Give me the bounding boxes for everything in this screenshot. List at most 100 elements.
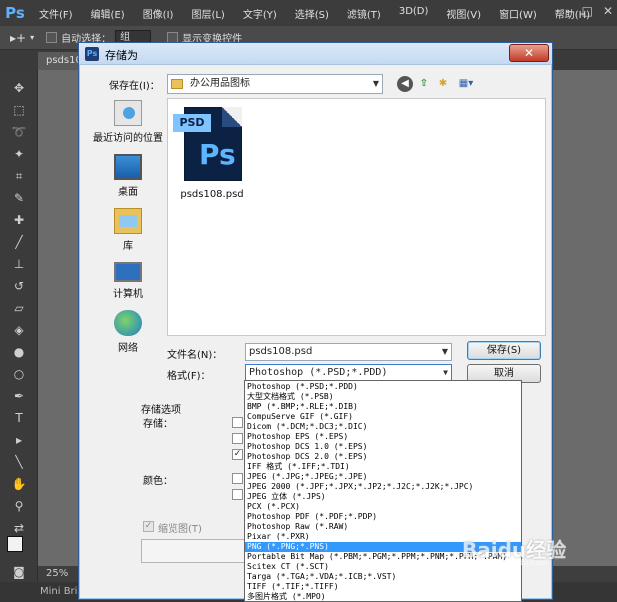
- places-bar: 最近访问的位置 桌面 库 计算机 网络: [88, 98, 168, 354]
- close-button[interactable]: ✕: [509, 44, 549, 62]
- watermark-url: jingyan.baidu.com: [474, 558, 548, 567]
- photoshop-logo: Ps: [5, 4, 25, 22]
- computer-icon: [114, 262, 142, 282]
- save-button[interactable]: 保存(S): [467, 341, 541, 360]
- format-option[interactable]: PCX (*.PCX): [245, 502, 521, 512]
- zoom-tool-icon[interactable]: ⚲: [9, 496, 29, 516]
- magic-wand-tool-icon[interactable]: ✦: [9, 144, 29, 164]
- view-menu-icon[interactable]: ▦▾: [454, 76, 478, 92]
- color-option-checkbox[interactable]: [232, 473, 243, 484]
- menu-item[interactable]: 选择(S): [286, 6, 338, 21]
- save-option-checkbox[interactable]: [232, 417, 243, 428]
- options-subpanel: [141, 539, 261, 563]
- save-option-checkbox[interactable]: [232, 433, 243, 444]
- place-library[interactable]: 库: [88, 208, 168, 252]
- clone-stamp-tool-icon[interactable]: ⊥: [9, 254, 29, 274]
- healing-brush-tool-icon[interactable]: ✚: [9, 210, 29, 230]
- save-in-dropdown[interactable]: 办公用品图标 ▼: [167, 74, 383, 94]
- file-list[interactable]: Ps PSD psds108.psd: [167, 98, 546, 336]
- place-computer[interactable]: 计算机: [88, 262, 168, 300]
- place-label: 桌面: [118, 187, 138, 198]
- history-brush-tool-icon[interactable]: ↺: [9, 276, 29, 296]
- line-tool-icon[interactable]: ╲: [9, 452, 29, 472]
- chevron-down-icon[interactable]: ▼: [442, 344, 448, 360]
- format-option[interactable]: Targa (*.TGA;*.VDA;*.ICB;*.VST): [245, 572, 521, 582]
- foreground-color-swatch[interactable]: [7, 536, 23, 552]
- tool-preset-arrow-icon[interactable]: ▾: [30, 33, 34, 42]
- format-value: Photoshop (*.PSD;*.PDD): [249, 367, 388, 378]
- marquee-tool-icon[interactable]: ⬚: [9, 100, 29, 120]
- move-tool-icon[interactable]: ▸+: [10, 31, 26, 45]
- brush-tool-icon[interactable]: ╱: [9, 232, 29, 252]
- ps-mark: Ps: [199, 138, 236, 171]
- format-option[interactable]: Photoshop EPS (*.EPS): [245, 432, 521, 442]
- menu-item[interactable]: 文件(F): [30, 6, 82, 21]
- filename-input[interactable]: psds108.psd ▼: [245, 343, 452, 361]
- menu-item[interactable]: 编辑(E): [82, 6, 134, 21]
- dialog-title: 存储为: [105, 49, 138, 62]
- format-option[interactable]: JPEG 2000 (*.JPF;*.JPX;*.JP2;*.J2C;*.J2K…: [245, 482, 521, 492]
- filename-label: 文件名(N)：: [167, 350, 223, 361]
- type-tool-icon[interactable]: T: [9, 408, 29, 428]
- menu-item[interactable]: 图层(L): [182, 6, 233, 21]
- place-label: 最近访问的位置: [93, 133, 163, 144]
- place-desktop[interactable]: 桌面: [88, 154, 168, 198]
- auto-select-value: 组: [120, 31, 131, 43]
- maximize-icon[interactable]: □: [582, 4, 593, 18]
- blur-tool-icon[interactable]: ●: [9, 342, 29, 362]
- format-option[interactable]: IFF 格式 (*.IFF;*.TDI): [245, 462, 521, 472]
- quick-mask-icon[interactable]: ◙: [9, 562, 29, 582]
- hand-tool-icon[interactable]: ✋: [9, 474, 29, 494]
- format-option[interactable]: Photoshop PDF (*.PDF;*.PDP): [245, 512, 521, 522]
- save-in-label: 保存在(I)：: [109, 81, 160, 92]
- tools-panel: ✥ ⬚ ➰ ✦ ⌗ ✎ ✚ ╱ ⊥ ↺ ▱ ◈ ● ○ ✒ T ▸ ╲ ✋ ⚲ …: [0, 70, 38, 582]
- minimize-icon[interactable]: –: [566, 4, 572, 18]
- format-option[interactable]: Dicom (*.DCM;*.DC3;*.DIC): [245, 422, 521, 432]
- format-option[interactable]: Photoshop Raw (*.RAW): [245, 522, 521, 532]
- format-option[interactable]: Photoshop DCS 1.0 (*.EPS): [245, 442, 521, 452]
- format-option[interactable]: TIFF (*.TIF;*.TIFF): [245, 582, 521, 592]
- format-option[interactable]: JPEG 立体 (*.JPS): [245, 492, 521, 502]
- menu-item[interactable]: 图像(I): [134, 6, 183, 21]
- crop-tool-icon[interactable]: ⌗: [9, 166, 29, 186]
- format-option[interactable]: BMP (*.BMP;*.RLE;*.DIB): [245, 402, 521, 412]
- path-selection-tool-icon[interactable]: ▸: [9, 430, 29, 450]
- menu-item[interactable]: 文字(Y): [234, 6, 286, 21]
- pen-tool-icon[interactable]: ✒: [9, 386, 29, 406]
- place-network[interactable]: 网络: [88, 310, 168, 354]
- file-name: psds108.psd: [180, 189, 244, 200]
- format-option[interactable]: 大型文档格式 (*.PSB): [245, 392, 521, 402]
- zoom-level[interactable]: 25%: [46, 568, 68, 579]
- up-folder-icon[interactable]: ⇧: [416, 76, 432, 92]
- paint-bucket-tool-icon[interactable]: ◈: [9, 320, 29, 340]
- thumbnail-label: 缩览图(T): [158, 524, 202, 535]
- menu-item[interactable]: 滤镜(T): [338, 6, 390, 21]
- eyedropper-tool-icon[interactable]: ✎: [9, 188, 29, 208]
- menu-item[interactable]: 3D(D): [390, 6, 438, 21]
- save-option-checkbox-checked[interactable]: ✓: [232, 449, 243, 460]
- library-icon: [114, 208, 142, 234]
- format-option[interactable]: CompuServe GIF (*.GIF): [245, 412, 521, 422]
- back-icon[interactable]: ◀: [397, 76, 413, 92]
- close-window-icon[interactable]: ✕: [603, 4, 613, 18]
- page-fold: [222, 107, 242, 127]
- format-option[interactable]: 多图片格式 (*.MPO): [245, 592, 521, 601]
- move-tool-icon[interactable]: ✥: [9, 78, 29, 98]
- place-label: 网络: [118, 343, 138, 354]
- file-item[interactable]: Ps PSD psds108.psd: [173, 107, 251, 207]
- format-option[interactable]: JPEG (*.JPG;*.JPEG;*.JPE): [245, 472, 521, 482]
- new-folder-icon[interactable]: ✱: [435, 76, 451, 92]
- color-option-checkbox[interactable]: [232, 489, 243, 500]
- format-option[interactable]: Photoshop DCS 2.0 (*.EPS): [245, 452, 521, 462]
- thumbnail-checkbox: ✓: [143, 521, 154, 532]
- eraser-tool-icon[interactable]: ▱: [9, 298, 29, 318]
- place-recent[interactable]: 最近访问的位置: [88, 100, 168, 144]
- place-label: 库: [123, 241, 133, 252]
- format-option[interactable]: Photoshop (*.PSD;*.PDD): [245, 382, 521, 392]
- auto-select-checkbox[interactable]: [46, 32, 58, 43]
- swap-colors-icon[interactable]: ⇄: [9, 518, 29, 538]
- menu-item[interactable]: 视图(V): [437, 6, 490, 21]
- menu-item[interactable]: 窗口(W): [490, 6, 546, 21]
- lasso-tool-icon[interactable]: ➰: [9, 122, 29, 142]
- dodge-tool-icon[interactable]: ○: [9, 364, 29, 384]
